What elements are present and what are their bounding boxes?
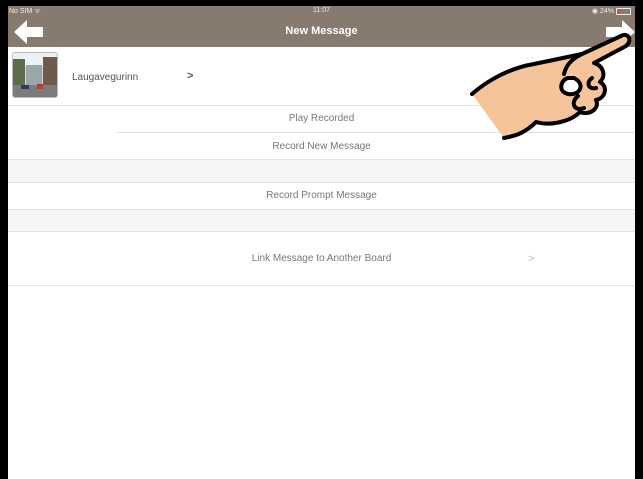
board-name: Laugavegurinn xyxy=(72,72,139,83)
battery-status: ◉ 24% xyxy=(592,7,631,15)
board-chevron-icon: > xyxy=(187,70,194,82)
section-spacer xyxy=(8,160,635,182)
section-spacer xyxy=(8,210,635,231)
link-chevron-icon: > xyxy=(528,253,535,265)
link-message-button[interactable]: Link Message to Another Board xyxy=(8,253,635,264)
divider xyxy=(8,285,635,286)
board-thumbnail xyxy=(12,52,58,98)
battery-percent: 24% xyxy=(599,7,614,15)
app-screen: No SIM ᯤ 11:07 ◉ 24% New Message Laugave… xyxy=(8,6,635,479)
divider xyxy=(8,182,635,183)
record-prompt-message-button[interactable]: Record Prompt Message xyxy=(8,190,635,201)
status-time: 11:07 xyxy=(313,7,330,14)
battery-icon xyxy=(616,7,631,15)
divider xyxy=(8,231,635,232)
pointing-hand-icon xyxy=(470,33,632,140)
location-icon: ◉ xyxy=(591,8,598,15)
